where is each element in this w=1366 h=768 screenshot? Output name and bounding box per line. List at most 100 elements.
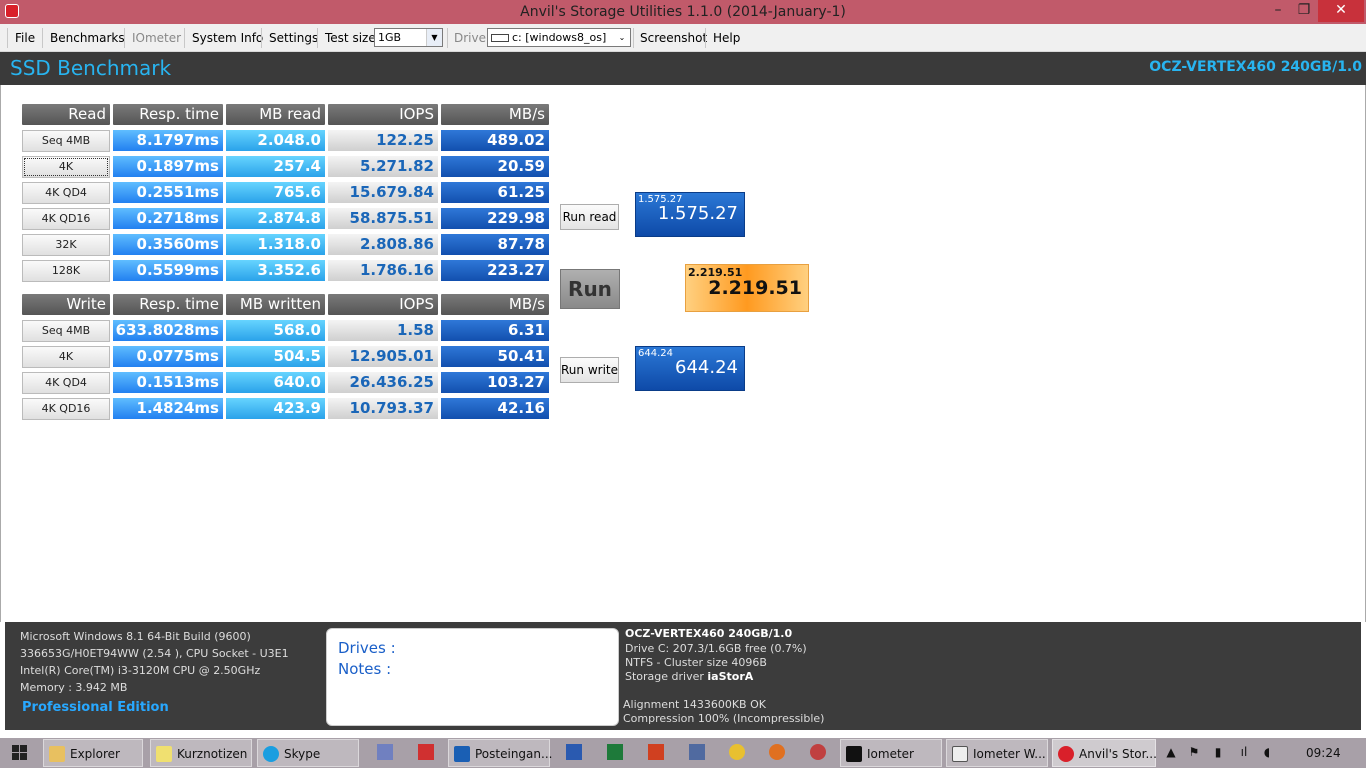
taskbar-outlook[interactable]: Posteingan... [448, 739, 552, 767]
row-button[interactable]: 4K QD4 [22, 372, 110, 394]
taskbar-skype[interactable]: Skype [257, 739, 359, 767]
row-button[interactable]: Seq 4MB [22, 130, 110, 152]
taskbar-anvil[interactable]: Anvil's Stor... [1052, 739, 1157, 767]
taskbar-iometer[interactable]: Iometer [840, 739, 942, 767]
compression-info: Compression 100% (Incompressible) [623, 712, 825, 725]
battery-icon[interactable]: ▮ [1210, 744, 1226, 760]
mbs-header: MB/s [441, 104, 549, 125]
row-button[interactable]: 4K [22, 156, 110, 178]
mbs-header: MB/s [441, 294, 549, 315]
cpu-info: Intel(R) Core(TM) i3-3120M CPU @ 2.50GHz [20, 664, 261, 677]
menu-help[interactable]: Help [713, 29, 740, 47]
resp-time-header: Resp. time [113, 294, 223, 315]
firefox-icon[interactable] [769, 744, 785, 760]
excel-icon[interactable] [607, 744, 623, 760]
app-icon[interactable] [5, 4, 19, 18]
run-read-button[interactable]: Run read [560, 204, 619, 230]
menu-file[interactable]: File [15, 29, 35, 47]
drive-model-info: OCZ-VERTEX460 240GB/1.0 [625, 627, 793, 640]
iops-cell: 26.436.25 [328, 372, 438, 393]
run-button[interactable]: Run [560, 269, 620, 309]
show-hidden-icons-icon[interactable]: ▲ [1163, 744, 1179, 760]
row-button[interactable]: Seq 4MB [22, 320, 110, 342]
taskbar-kurznotizen[interactable]: Kurznotizen [150, 739, 252, 767]
page-title: SSD Benchmark [10, 56, 172, 80]
row-button[interactable]: 4K QD16 [22, 398, 110, 420]
storage-driver-info: Storage driver iaStorA [625, 670, 754, 683]
alignment-info: Alignment 1433600KB OK [623, 698, 766, 711]
mb-cell: 504.5 [226, 346, 325, 367]
close-button[interactable]: ✕ [1318, 0, 1364, 22]
mbs-cell: 223.27 [441, 260, 549, 281]
test-size-select[interactable]: 1GB ▼ [374, 28, 443, 47]
iops-cell: 5.271.82 [328, 156, 438, 177]
mbs-cell: 50.41 [441, 346, 549, 367]
row-button[interactable]: 4K [22, 346, 110, 368]
resp-time-cell: 8.1797ms [113, 130, 223, 151]
chevron-down-icon: ⌄ [614, 29, 630, 46]
menu-settings[interactable]: Settings [269, 29, 318, 47]
taskbar-explorer[interactable]: Explorer [43, 739, 143, 767]
clock[interactable]: 09:24 [1306, 746, 1341, 760]
menu-system-info[interactable]: System Info [192, 29, 263, 47]
powerpoint-icon[interactable] [648, 744, 664, 760]
row-button[interactable]: 4K QD4 [22, 182, 110, 204]
iops-cell: 1.58 [328, 320, 438, 341]
iops-cell: 2.808.86 [328, 234, 438, 255]
resp-time-cell: 0.5599ms [113, 260, 223, 281]
menu-screenshot[interactable]: Screenshot [640, 29, 707, 47]
window-icon [952, 746, 968, 762]
row-button[interactable]: 4K QD16 [22, 208, 110, 230]
app-icon[interactable] [377, 744, 393, 760]
menu-iometer[interactable]: IOmeter [132, 29, 181, 47]
run-write-button[interactable]: Run write [560, 357, 619, 383]
mb-cell: 568.0 [226, 320, 325, 341]
mbs-cell: 6.31 [441, 320, 549, 341]
mb-cell: 640.0 [226, 372, 325, 393]
resp-time-cell: 633.8028ms [113, 320, 223, 341]
row-button[interactable]: 128K [22, 260, 110, 282]
folder-icon [49, 746, 65, 762]
total-score: 2.219.51 2.219.51 [685, 264, 809, 312]
taskbar-iometer-window[interactable]: Iometer W... [946, 739, 1048, 767]
mb-cell: 2.048.0 [226, 130, 325, 151]
menu-bar: File Benchmarks IOmeter System Info Sett… [0, 24, 1366, 52]
mb-cell: 423.9 [226, 398, 325, 419]
windows-start-icon[interactable] [12, 745, 28, 761]
window-title: Anvil's Storage Utilities 1.1.0 (2014-Ja… [520, 4, 846, 20]
read-header: Read [22, 104, 110, 125]
mb-cell: 257.4 [226, 156, 325, 177]
mbs-cell: 229.98 [441, 208, 549, 229]
chrome-icon[interactable] [729, 744, 745, 760]
mbs-cell: 20.59 [441, 156, 549, 177]
notes-box[interactable]: Drives : Notes : [326, 628, 619, 726]
minimize-button[interactable]: – [1266, 0, 1290, 22]
benchmark-area: Read Resp. time MB read IOPS MB/s Seq 4M… [0, 85, 1366, 622]
volume-icon[interactable]: ◖ [1259, 744, 1275, 760]
title-bar: Anvil's Storage Utilities 1.1.0 (2014-Ja… [0, 0, 1366, 24]
drive-label: Drive [454, 31, 486, 45]
drive-select[interactable]: c: [windows8_os] ⌄ [487, 28, 631, 47]
mb-cell: 1.318.0 [226, 234, 325, 255]
resp-time-cell: 1.4824ms [113, 398, 223, 419]
row-button[interactable]: 32K [22, 234, 110, 256]
drive-model: OCZ-VERTEX460 240GB/1.0 [1149, 59, 1362, 75]
page-header: SSD Benchmark OCZ-VERTEX460 240GB/1.0 [0, 52, 1366, 85]
menu-benchmarks[interactable]: Benchmarks [50, 29, 125, 47]
skype-icon [263, 746, 279, 762]
signal-icon[interactable]: ıl [1236, 744, 1252, 760]
mbs-cell: 103.27 [441, 372, 549, 393]
pdf-icon[interactable] [418, 744, 434, 760]
resp-time-header: Resp. time [113, 104, 223, 125]
restore-button[interactable]: ❐ [1292, 0, 1316, 22]
word-icon[interactable] [566, 744, 582, 760]
resp-time-cell: 0.1513ms [113, 372, 223, 393]
app-icon[interactable] [689, 744, 705, 760]
iops-cell: 12.905.01 [328, 346, 438, 367]
app-icon[interactable] [810, 744, 826, 760]
iops-header: IOPS [328, 294, 438, 315]
notes-label: Notes : [338, 660, 392, 678]
flag-icon[interactable]: ⚑ [1186, 744, 1202, 760]
mb-read-header: MB read [226, 104, 325, 125]
write-score: 644.24 644.24 [635, 346, 745, 391]
